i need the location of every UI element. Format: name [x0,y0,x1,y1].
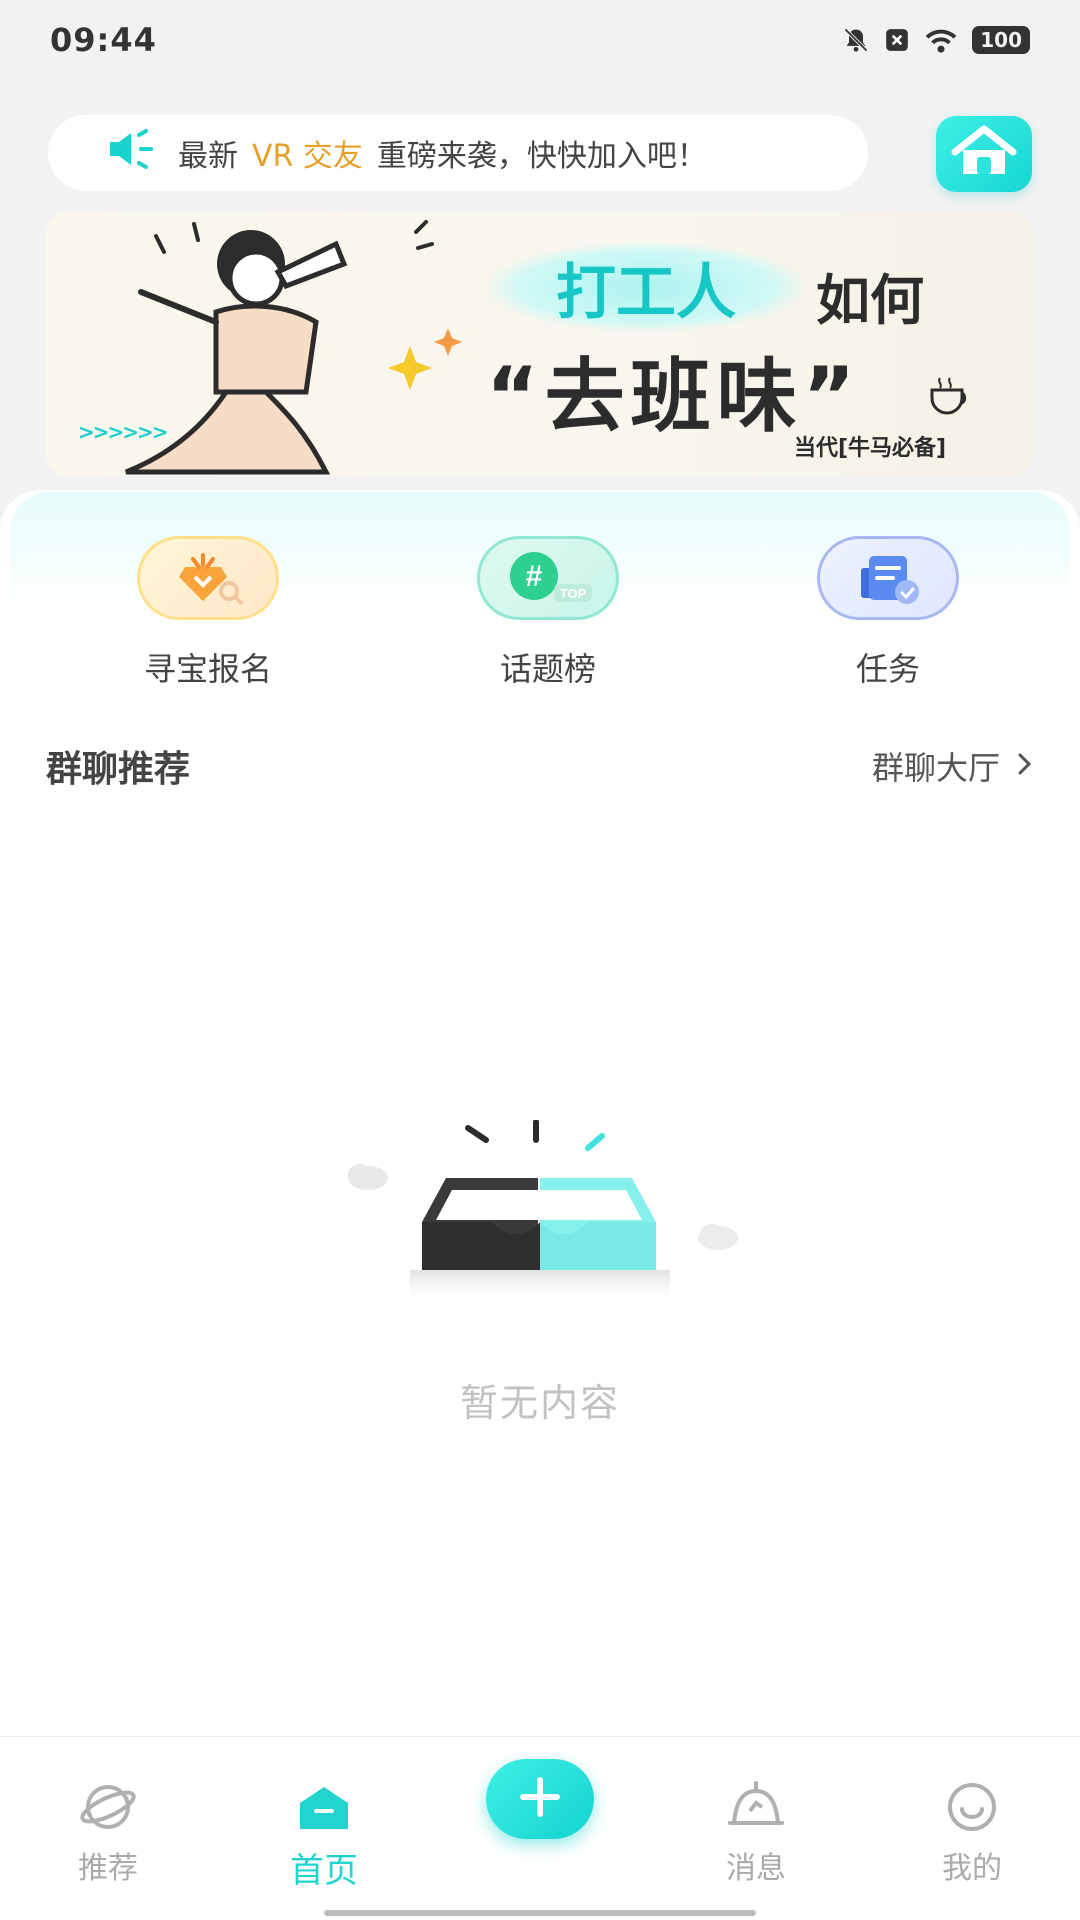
svg-text:TOP: TOP [560,586,587,601]
bell-off-icon [842,26,870,54]
tab-label: 我的 [942,1851,1002,1886]
status-time: 09:44 [50,21,157,59]
banner-arrows: >>>>>> [78,420,169,444]
topic-hashtag-icon: # TOP [477,536,619,620]
quick-action-topics[interactable]: # TOP 话题榜 [448,536,648,690]
quick-action-treasure[interactable]: 寻宝报名 [108,536,308,690]
tab-label: 消息 [726,1851,786,1886]
tab-home[interactable]: 首页 [244,1781,404,1892]
group-hall-link-label: 群聊大厅 [871,749,1000,787]
tab-profile[interactable]: 我的 [892,1781,1052,1887]
svg-text:#: # [526,560,543,593]
bell-icon [726,1781,786,1837]
smile-icon [942,1783,1002,1837]
tab-messages[interactable]: 消息 [676,1781,836,1887]
group-chat-section-header: 群聊推荐 群聊大厅 [46,740,1034,792]
banner-subtitle: 当代[牛马必备] [794,436,947,461]
plus-icon [517,1774,563,1824]
home-indicator [324,1910,756,1916]
status-icons: 100 [842,26,1030,54]
quick-action-label: 任务 [855,650,920,688]
bottom-tab-bar: 推荐 首页 消息 我的 [0,1736,1080,1920]
tab-recommend[interactable]: 推荐 [28,1781,188,1887]
notice-prefix: 最新 [178,139,238,174]
promo-banner[interactable]: >>>>>> 打工人 如何 “去班味” 当代[牛马必备] [46,212,1034,476]
tab-label: 首页 [290,1851,358,1891]
vr-home-button[interactable] [936,116,1032,192]
speaker-icon [106,129,156,177]
section-title: 群聊推荐 [46,749,191,790]
notice-highlight: VR 交友 [252,139,363,174]
empty-state-text: 暂无内容 [459,1381,620,1425]
quick-action-label: 寻宝报名 [143,650,272,688]
quick-action-label: 话题榜 [499,650,596,688]
treasure-icon [137,536,279,620]
tab-label: 推荐 [78,1851,138,1886]
group-hall-link[interactable]: 群聊大厅 [872,743,1034,789]
chevron-right-icon [1016,747,1034,785]
coffee-cup-icon [930,377,967,415]
create-plus-button[interactable] [486,1759,594,1839]
planet-icon [78,1785,138,1837]
close-box-icon [884,27,910,53]
home-icon [294,1787,354,1837]
banner-title-part2: 如何 [816,269,924,332]
quick-action-tasks[interactable]: 任务 [788,536,988,690]
notice-bar[interactable]: 最新 VR 交友 重磅来袭，快快加入吧！ [48,115,868,191]
house-icon [949,124,1019,184]
status-bar: 09:44 100 [0,0,1080,80]
battery-icon: 100 [972,26,1030,54]
empty-inbox-illustration [348,1120,738,1306]
notice-suffix: 重磅来袭，快快加入吧！ [376,139,707,174]
task-icon [817,536,959,620]
wifi-icon [924,26,958,54]
banner-title-part1: 打工人 [486,242,806,332]
